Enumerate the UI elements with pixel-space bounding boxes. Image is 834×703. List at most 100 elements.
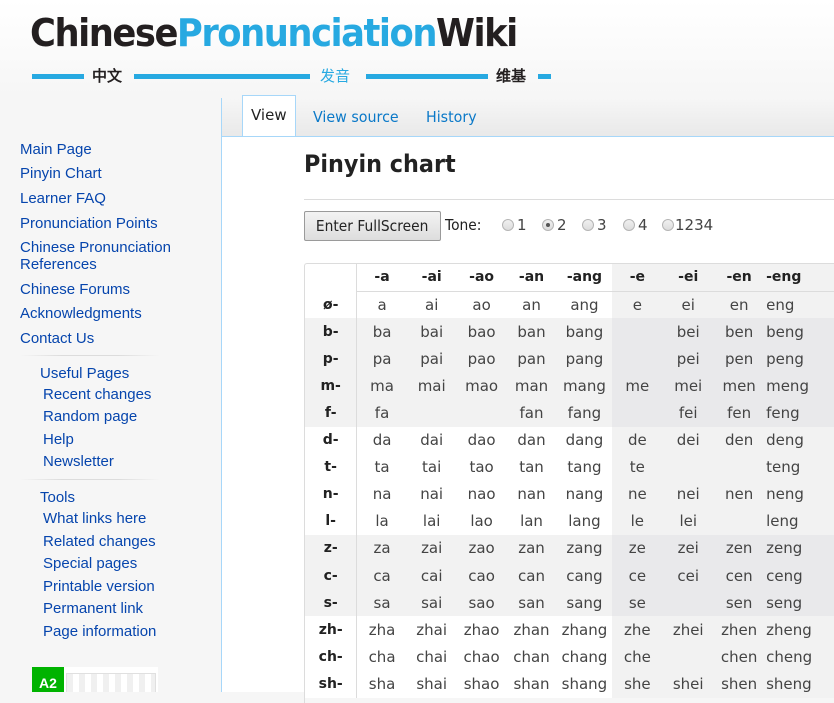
syllable-cell[interactable]: le: [612, 507, 663, 535]
syllable-cell[interactable]: ba: [357, 318, 407, 345]
syllable-cell[interactable]: an: [507, 291, 557, 318]
syllable-cell[interactable]: men: [714, 372, 765, 400]
syllable-cell[interactable]: zeng: [764, 534, 834, 563]
radio-icon[interactable]: [502, 219, 514, 231]
syllable-cell[interactable]: lao: [457, 508, 507, 535]
syllable-cell[interactable]: zen: [714, 534, 765, 563]
syllable-cell[interactable]: sha: [357, 670, 407, 697]
syllable-cell[interactable]: zhen: [714, 616, 765, 644]
syllable-cell[interactable]: pang: [556, 345, 612, 372]
tab-view[interactable]: View: [242, 95, 296, 136]
site-logo[interactable]: ChinesePronunciationWiki 中文 发音 维基: [30, 10, 555, 85]
sidebar-item-chinese-forums[interactable]: Chinese Forums: [20, 281, 130, 298]
syllable-cell[interactable]: nei: [662, 480, 715, 508]
syllable-cell[interactable]: te: [612, 453, 663, 481]
syllable-cell[interactable]: lai: [407, 508, 457, 535]
syllable-cell[interactable]: shan: [507, 670, 557, 697]
initial-header[interactable]: ch-: [305, 643, 358, 671]
syllable-cell[interactable]: leng: [764, 507, 834, 535]
final-header[interactable]: -ai: [406, 264, 457, 292]
syllable-cell[interactable]: chan: [507, 643, 557, 670]
syllable-cell[interactable]: shai: [407, 670, 457, 697]
syllable-cell[interactable]: tai: [407, 454, 457, 481]
syllable-cell[interactable]: ce: [612, 562, 663, 590]
syllable-cell[interactable]: ban: [507, 318, 557, 345]
tone-radio-4[interactable]: 4: [623, 216, 648, 234]
syllable-cell[interactable]: mao: [457, 372, 507, 399]
syllable-cell[interactable]: bai: [407, 318, 457, 345]
syllable-cell[interactable]: pao: [457, 345, 507, 372]
syllable-cell[interactable]: fang: [556, 399, 612, 426]
syllable-cell[interactable]: se: [612, 589, 663, 617]
initial-header[interactable]: t-: [305, 453, 358, 481]
initial-header[interactable]: f-: [305, 399, 358, 427]
syllable-cell[interactable]: meng: [764, 372, 834, 400]
syllable-cell[interactable]: zhao: [457, 616, 507, 643]
syllable-cell[interactable]: ang: [556, 291, 612, 318]
initial-header[interactable]: s-: [305, 589, 358, 617]
syllable-cell[interactable]: dai: [407, 427, 457, 454]
syllable-cell[interactable]: zhai: [407, 616, 457, 643]
syllable-cell[interactable]: tan: [507, 454, 557, 481]
syllable-cell[interactable]: bei: [662, 318, 715, 346]
sidebar-item-newsletter[interactable]: Newsletter: [43, 453, 114, 470]
syllable-cell[interactable]: che: [612, 643, 663, 671]
tab-view-source[interactable]: View source: [313, 98, 399, 136]
syllable-cell[interactable]: fa: [357, 399, 407, 426]
syllable-cell[interactable]: chang: [556, 643, 612, 670]
syllable-cell[interactable]: de: [612, 426, 663, 454]
syllable-cell[interactable]: zao: [457, 535, 507, 562]
syllable-cell[interactable]: sao: [457, 589, 507, 616]
syllable-cell[interactable]: sheng: [764, 670, 834, 698]
sidebar-item-learner-faq[interactable]: Learner FAQ: [20, 190, 106, 207]
sidebar-item-help[interactable]: Help: [43, 431, 74, 448]
syllable-cell[interactable]: cei: [662, 562, 715, 590]
syllable-cell[interactable]: ben: [714, 318, 765, 346]
syllable-cell[interactable]: na: [357, 481, 407, 508]
initial-header[interactable]: p-: [305, 345, 358, 373]
final-header[interactable]: -en: [714, 264, 765, 292]
syllable-cell[interactable]: zhang: [556, 616, 612, 643]
syllable-cell[interactable]: seng: [764, 589, 834, 617]
syllable-cell[interactable]: ne: [612, 480, 663, 508]
syllable-cell[interactable]: nai: [407, 481, 457, 508]
initial-header[interactable]: n-: [305, 480, 358, 508]
final-header[interactable]: -eng: [764, 264, 834, 292]
sidebar-item-permanent-link[interactable]: Permanent link: [43, 600, 143, 617]
syllable-cell[interactable]: tao: [457, 454, 507, 481]
syllable-cell[interactable]: zhan: [507, 616, 557, 643]
initial-header[interactable]: m-: [305, 372, 358, 400]
syllable-cell[interactable]: cha: [357, 643, 407, 670]
radio-icon[interactable]: [623, 219, 635, 231]
syllable-cell[interactable]: bao: [457, 318, 507, 345]
sidebar-item-random-page[interactable]: Random page: [43, 408, 137, 425]
syllable-cell[interactable]: ai: [407, 291, 457, 318]
syllable-cell[interactable]: zai: [407, 535, 457, 562]
syllable-cell[interactable]: chen: [714, 643, 765, 671]
syllable-cell[interactable]: she: [612, 670, 663, 698]
syllable-cell[interactable]: nan: [507, 481, 557, 508]
syllable-cell[interactable]: ze: [612, 534, 663, 563]
syllable-cell[interactable]: zheng: [764, 616, 834, 644]
initial-header[interactable]: zh-: [305, 616, 358, 644]
syllable-cell[interactable]: zang: [556, 535, 612, 562]
syllable-cell[interactable]: cao: [457, 562, 507, 589]
sidebar-item-main-page[interactable]: Main Page: [20, 141, 92, 158]
syllable-cell[interactable]: nang: [556, 481, 612, 508]
tone-radio-1[interactable]: 1: [502, 216, 527, 234]
syllable-cell[interactable]: neng: [764, 480, 834, 508]
initial-header[interactable]: l-: [305, 507, 358, 535]
initial-header[interactable]: ø-: [305, 291, 358, 319]
syllable-cell[interactable]: sen: [714, 589, 765, 617]
syllable-cell[interactable]: ca: [357, 562, 407, 589]
radio-checked-icon[interactable]: [542, 219, 554, 231]
syllable-cell[interactable]: fan: [507, 399, 557, 426]
a2-chart-promo-image[interactable]: A2: [32, 667, 158, 692]
syllable-cell[interactable]: dang: [556, 427, 612, 454]
initial-header[interactable]: z-: [305, 534, 358, 563]
final-header[interactable]: -a: [356, 264, 407, 292]
syllable-cell[interactable]: mai: [407, 372, 457, 399]
radio-icon[interactable]: [662, 219, 674, 231]
syllable-cell[interactable]: zhe: [612, 616, 663, 644]
syllable-cell[interactable]: sang: [556, 589, 612, 616]
